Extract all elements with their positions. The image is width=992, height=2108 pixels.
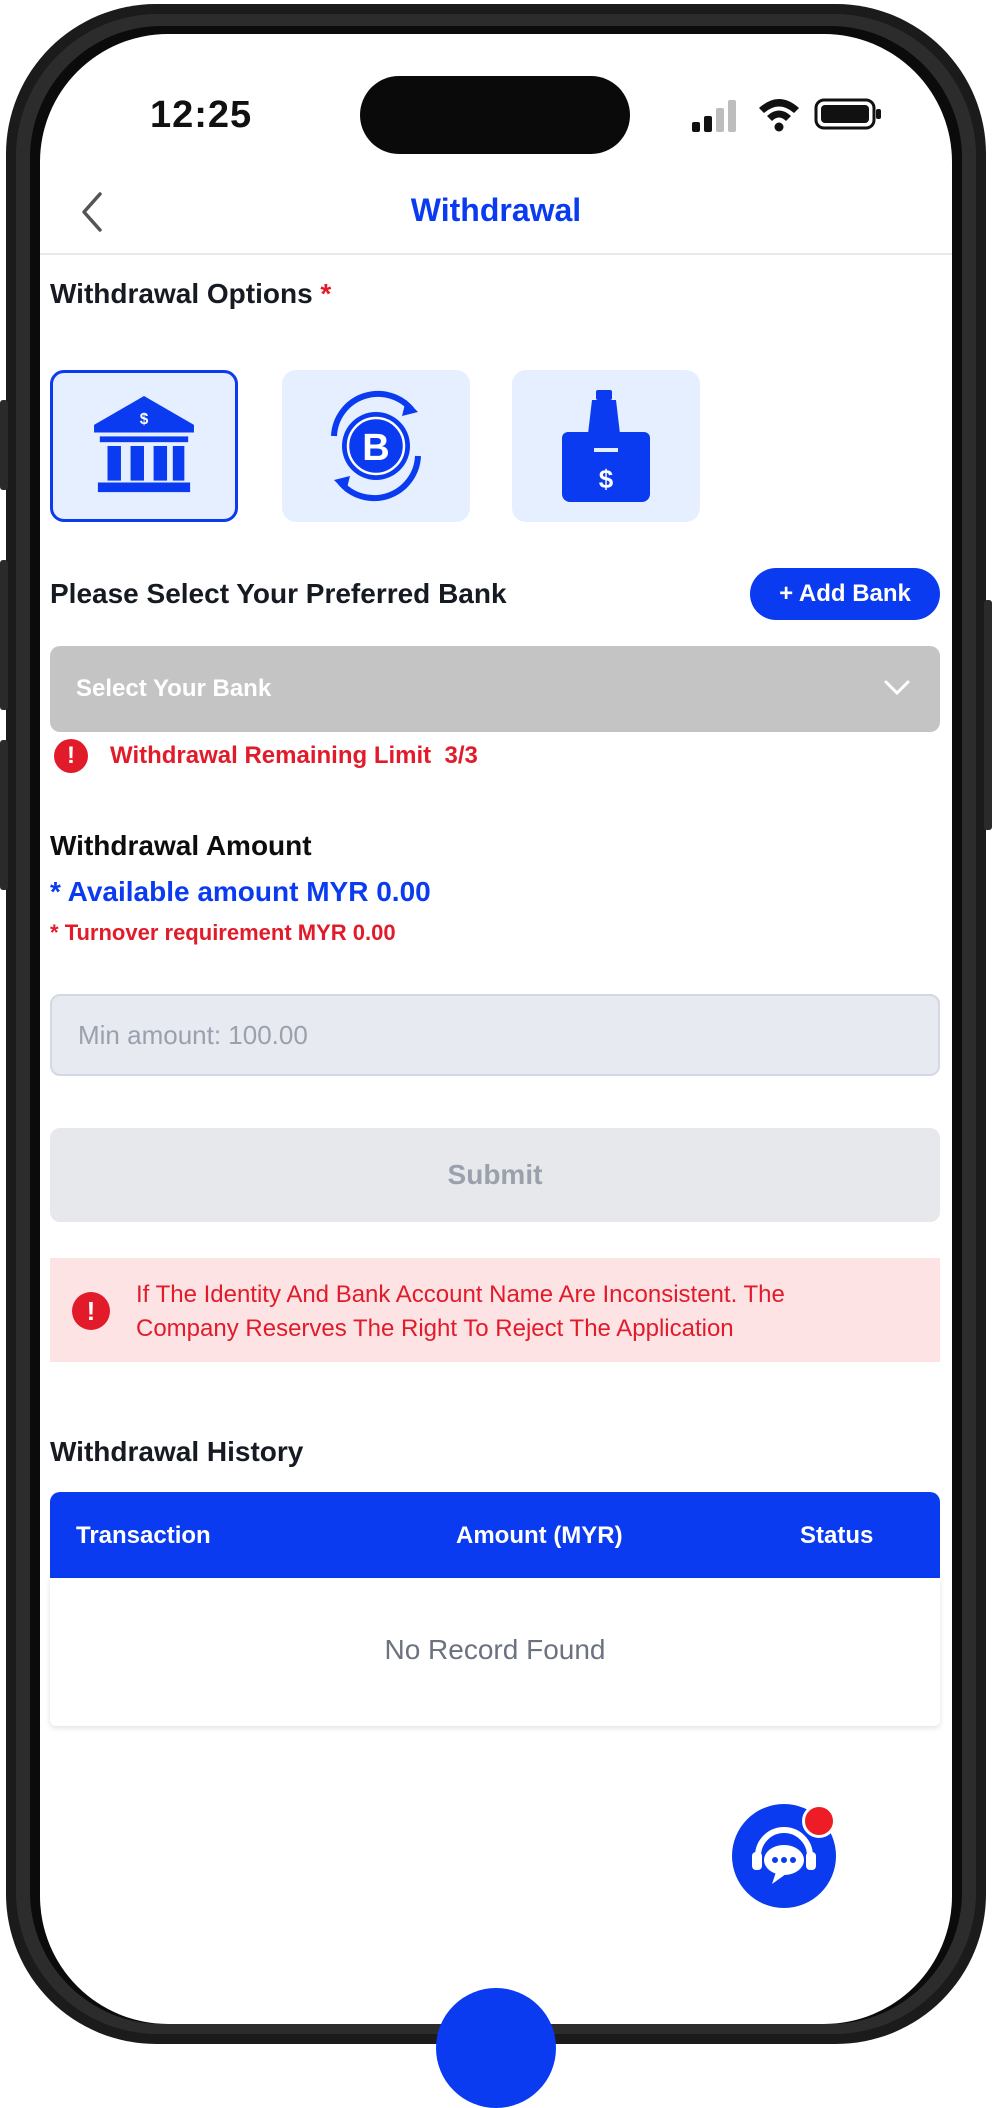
bank-select[interactable]: Select Your Bank — [50, 646, 940, 732]
option-bank[interactable]: $ — [50, 370, 238, 522]
signal-icon — [692, 100, 736, 132]
cash-box-icon: $ — [562, 390, 650, 502]
column-transaction: Transaction — [76, 1522, 211, 1549]
bank-select-label: Please Select Your Preferred Bank — [50, 578, 507, 609]
amount-input-placeholder: Min amount: 100.00 — [78, 1019, 308, 1050]
alert-icon: ! — [72, 1292, 110, 1330]
page-title: Withdrawal — [410, 192, 582, 228]
turnover-requirement: * Turnover requirement MYR 0.00 — [50, 920, 396, 945]
svg-text:$: $ — [599, 464, 614, 494]
battery-icon — [814, 98, 881, 130]
bank-icon: $ — [94, 396, 194, 493]
bank-select-placeholder: Select Your Bank — [76, 675, 272, 702]
column-amount: Amount (MYR) — [456, 1522, 623, 1549]
chevron-down-icon — [884, 680, 910, 696]
wifi-icon — [759, 99, 799, 132]
header-divider — [40, 253, 952, 255]
notification-dot — [802, 1804, 836, 1838]
option-crypto[interactable]: B — [282, 370, 470, 522]
withdrawal-history-title: Withdrawal History — [50, 1436, 304, 1467]
submit-button[interactable]: Submit — [50, 1128, 940, 1222]
svg-text:B: B — [362, 427, 389, 469]
notice-line-1: If The Identity And Bank Account Name Ar… — [136, 1281, 785, 1308]
dynamic-island — [360, 76, 630, 154]
add-bank-button[interactable]: + Add Bank — [750, 568, 940, 620]
option-cash[interactable]: $ — [512, 370, 700, 522]
status-time: 12:25 — [150, 94, 253, 136]
bottom-center-button[interactable] — [436, 1988, 556, 2108]
alert-icon: ! — [54, 739, 88, 773]
withdrawal-amount-title: Withdrawal Amount — [50, 830, 312, 861]
svg-text:$: $ — [140, 411, 149, 428]
withdrawal-limit: Withdrawal Remaining Limit 3/3 — [110, 742, 478, 769]
withdrawal-options-label: Withdrawal Options * — [50, 278, 332, 309]
available-amount: * Available amount MYR 0.00 — [50, 876, 431, 907]
history-table-body: No Record Found — [50, 1578, 940, 1726]
amount-input[interactable]: Min amount: 100.00 — [50, 994, 940, 1076]
history-table-header: Transaction Amount (MYR) Status — [50, 1492, 940, 1578]
notice-line-2: Company Reserves The Right To Reject The… — [136, 1315, 734, 1342]
empty-state: No Record Found — [384, 1634, 606, 1665]
crypto-bitcoin-icon: B — [331, 390, 421, 502]
identity-notice: ! If The Identity And Bank Account Name … — [50, 1258, 940, 1362]
column-status: Status — [800, 1522, 874, 1549]
